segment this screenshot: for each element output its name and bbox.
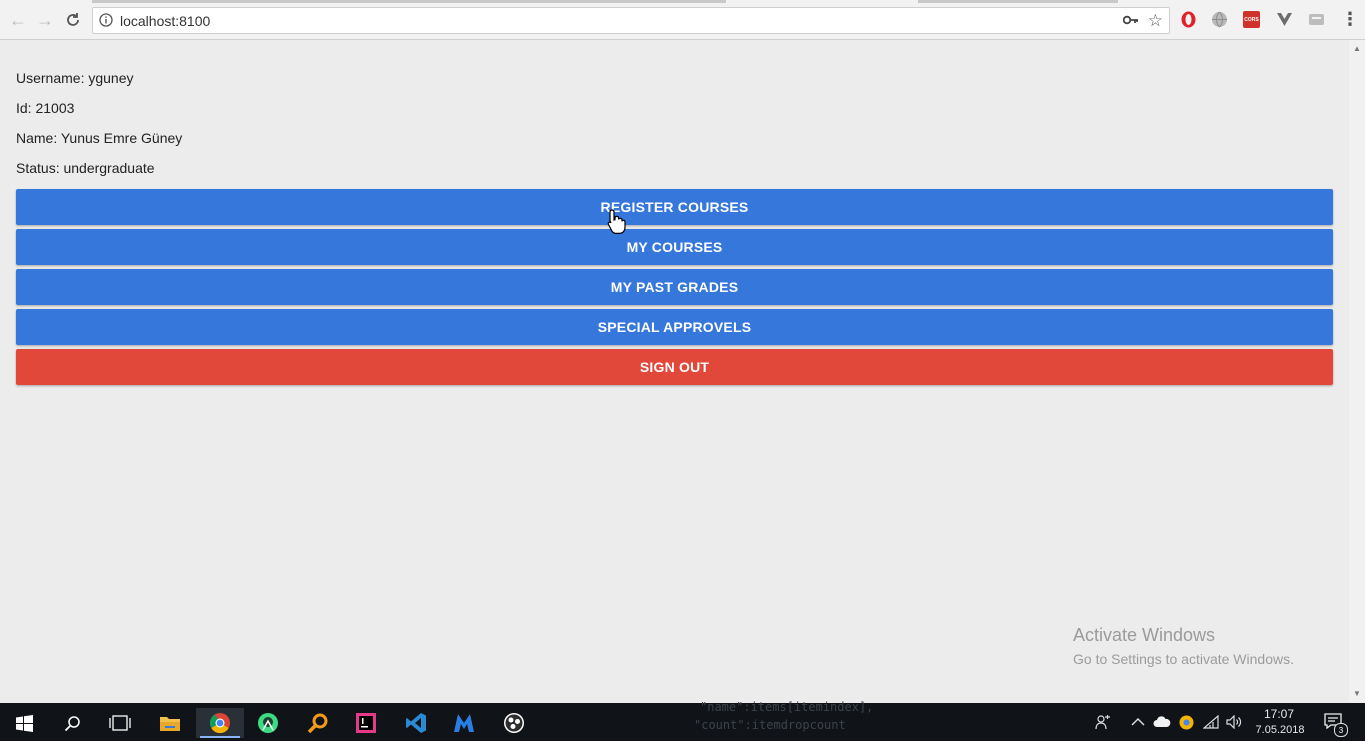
tab-strip-edge <box>558 0 726 3</box>
globe-icon[interactable] <box>1211 11 1228 28</box>
background-code-line: "count":itemdropcount <box>694 718 846 732</box>
intellij-icon[interactable] <box>342 708 390 738</box>
windows-taskbar: "name":items[itemindex], "count":itemdro… <box>0 700 1365 741</box>
active-indicator <box>200 736 240 738</box>
status-line: Status: undergraduate <box>16 160 155 176</box>
info-icon[interactable] <box>99 13 113 27</box>
malwarebytes-icon[interactable] <box>440 708 488 738</box>
star-icon[interactable]: ☆ <box>1148 11 1163 31</box>
tab-strip-edge <box>918 0 1118 3</box>
page-content: Username: yguney Id: 21003 Name: Yunus E… <box>0 40 1349 703</box>
cors-icon[interactable]: CORS <box>1243 11 1260 28</box>
onedrive-icon[interactable] <box>1153 716 1171 728</box>
task-view-icon[interactable] <box>96 708 144 738</box>
opera-icon[interactable] <box>1180 11 1197 28</box>
android-studio-icon[interactable] <box>244 708 292 738</box>
clock-time[interactable]: 17:07 <box>1254 707 1304 721</box>
notification-icon[interactable]: 3 <box>1324 713 1348 737</box>
page-scrollbar[interactable]: ▲ ▼ <box>1349 40 1365 703</box>
sign-out-button[interactable]: SIGN OUT <box>16 349 1333 385</box>
vue-icon[interactable] <box>1276 11 1293 28</box>
windows-start-icon[interactable] <box>0 708 48 738</box>
forward-icon[interactable]: → <box>33 8 57 32</box>
obs-icon[interactable] <box>490 708 538 738</box>
menu-icon[interactable]: ⋮ <box>1341 9 1359 29</box>
wifi-icon[interactable] <box>1203 715 1219 729</box>
chrome-icon[interactable] <box>196 708 244 738</box>
username-line: Username: yguney <box>16 70 134 86</box>
key-icon[interactable] <box>1123 13 1139 27</box>
volume-icon[interactable] <box>1226 715 1242 729</box>
my-past-grades-button[interactable]: MY PAST GRADES <box>16 269 1333 305</box>
chrome-tray-icon[interactable] <box>1179 715 1194 730</box>
browser-toolbar: ← → localhost:8100 ☆ CORS ⋮ <box>0 0 1365 40</box>
url-text[interactable]: localhost:8100 <box>120 13 210 29</box>
special-approvels-button[interactable]: SPECIAL APPROVELS <box>16 309 1333 345</box>
register-courses-button[interactable]: REGISTER COURSES <box>16 189 1333 225</box>
my-courses-button[interactable]: MY COURSES <box>16 229 1333 265</box>
extension-icon[interactable] <box>1308 11 1325 28</box>
chevron-up-icon[interactable] <box>1131 717 1145 727</box>
file-explorer-icon[interactable] <box>146 708 194 738</box>
search-app-icon[interactable] <box>294 708 342 738</box>
name-line: Name: Yunus Emre Güney <box>16 130 183 146</box>
people-icon[interactable] <box>1095 714 1111 730</box>
scroll-up-icon[interactable]: ▲ <box>1353 44 1361 53</box>
reload-icon[interactable] <box>61 8 85 32</box>
vscode-icon[interactable] <box>392 708 440 738</box>
address-bar[interactable]: localhost:8100 ☆ <box>92 7 1170 34</box>
back-icon[interactable]: ← <box>6 8 30 32</box>
search-icon[interactable] <box>48 708 96 738</box>
tab-strip-edge <box>92 0 558 3</box>
clock-date[interactable]: 7.05.2018 <box>1250 724 1310 736</box>
activate-windows-subtitle: Go to Settings to activate Windows. <box>1073 651 1294 667</box>
notification-count-badge: 3 <box>1334 723 1348 737</box>
background-code-line: "name":items[itemindex], <box>700 700 874 714</box>
activate-windows-title: Activate Windows <box>1073 625 1216 645</box>
id-line: Id: 21003 <box>16 100 75 116</box>
scroll-down-icon[interactable]: ▼ <box>1353 689 1361 698</box>
